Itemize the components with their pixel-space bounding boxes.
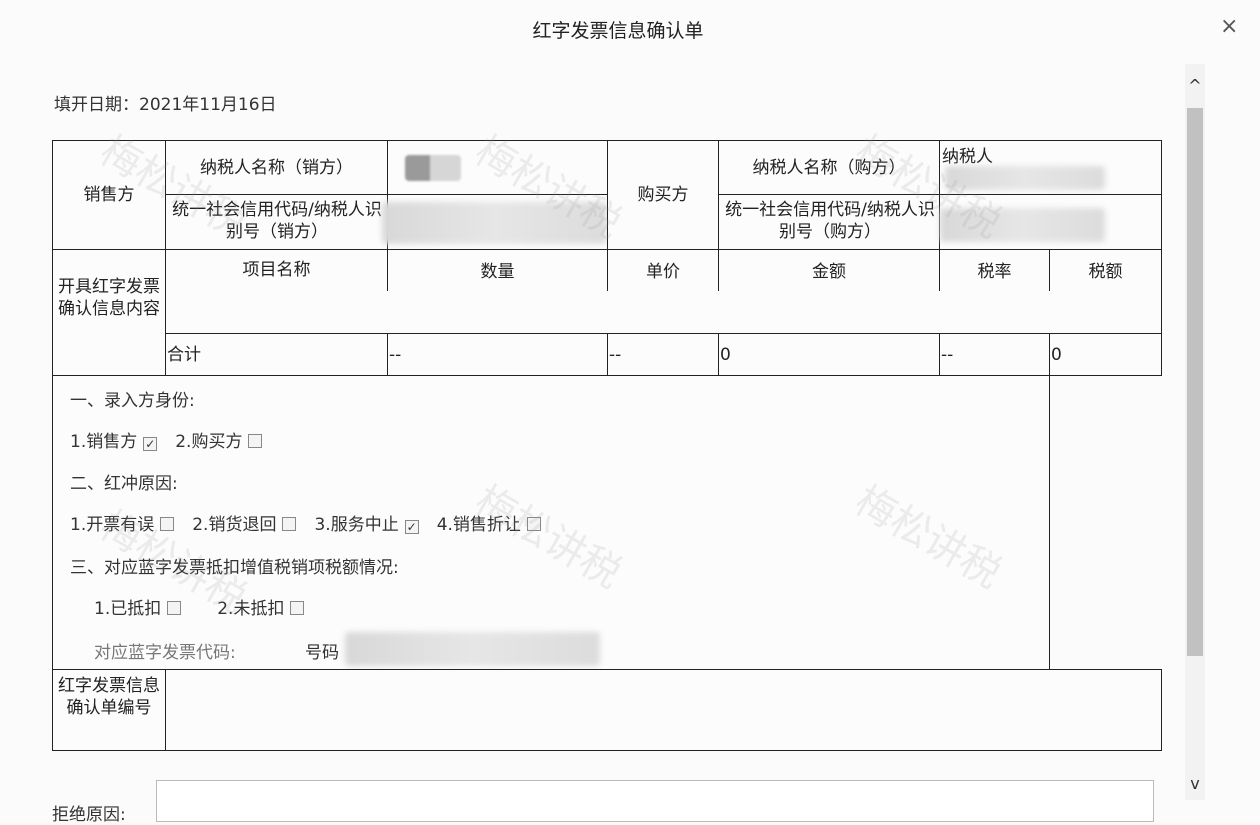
total-tax-rate: -- [941,345,954,365]
header-tax-amount: 税额 [1088,262,1123,282]
buyer-id-label: 统一社会信用代码/纳税人识别号（购方） [725,200,935,242]
reason-option-4-checkbox[interactable] [526,517,541,531]
reject-reason-textarea[interactable] [156,780,1154,822]
header-item-name: 项目名称 [242,260,311,280]
reason-option-1-label: 1.开票有误 [70,515,155,535]
total-cell-qty [387,333,608,376]
confirm-no-value-cell [165,669,1162,751]
buyer-section-label: 购买方 [637,185,689,205]
blue-invoice-number-redacted [345,632,600,666]
blue-invoice-number-label: 号码 [305,643,339,663]
seller-section-label: 销售方 [83,185,135,205]
total-unit-price: -- [609,345,622,365]
reject-reason-label: 拒绝原因: [52,805,126,825]
total-cell-rate [939,333,1050,376]
total-cell-tax [1049,333,1162,376]
items-section-label: 开具红字发票确认信息内容 [58,277,160,319]
deduct-option-1-label: 1.已抵扣 [94,599,162,619]
blue-invoice-code-label: 对应蓝字发票代码: [94,643,236,663]
seller-id-redacted [382,202,607,244]
dialog-title: 红字发票信息确认单 [532,20,704,42]
role-options: 1.销售方 ✓ 2.购买方 [70,427,280,452]
role-title: 一、录入方身份: [70,391,195,411]
header-amount: 金额 [812,262,846,282]
role-option-seller-checkbox[interactable]: ✓ [143,437,158,451]
deduct-options: 1.已抵扣 2.未抵扣 [94,594,322,619]
fill-date: 填开日期：2021年11月16日 [54,95,277,115]
total-label: 合计 [167,345,201,365]
reason-option-3-checkbox[interactable]: ✓ [404,520,419,534]
total-quantity: -- [389,345,402,365]
reason-title: 二、红冲原因: [70,474,178,494]
confirm-no-label: 红字发票信息确认单编号 [58,676,160,718]
total-cell-amount [718,333,940,376]
reason-option-1-checkbox[interactable] [160,517,175,531]
reason-option-2-label: 2.销货退回 [192,515,277,535]
total-cell-price [607,333,719,376]
role-option-buyer-label: 2.购买方 [175,432,243,452]
header-quantity: 数量 [480,262,515,282]
reason-option-2-checkbox[interactable] [282,517,297,531]
reason-options: 1.开票有误 2.销货退回 3.服务中止 ✓ 4.销售折让 [70,510,559,535]
reason-option-3-label: 3.服务中止 [314,515,399,535]
scroll-up-icon[interactable]: ^ [1185,76,1205,95]
scrollbar-thumb[interactable] [1187,108,1203,656]
buyer-name-label: 纳税人名称（购方） [752,158,906,178]
items-empty-row [165,291,1162,334]
header-unit-price: 单价 [646,262,680,282]
seller-id-label: 统一社会信用代码/纳税人识别号（销方） [172,200,382,242]
seller-name-label: 纳税人名称（销方） [200,158,353,178]
seller-name-redacted [405,155,461,181]
deduct-option-2-label: 2.未抵扣 [217,599,285,619]
buyer-name-value-prefix: 纳税人 [942,147,993,167]
deduct-option-2-checkbox[interactable] [290,601,305,615]
scroll-down-icon[interactable]: v [1185,774,1205,793]
header-tax-rate: 税率 [977,262,1012,282]
deduct-option-1-checkbox[interactable] [167,601,182,615]
reason-option-4-label: 4.销售折让 [436,515,521,535]
total-tax-amount: 0 [1051,345,1062,365]
total-amount: 0 [720,345,731,365]
role-option-buyer-checkbox[interactable] [248,434,263,448]
deduct-title: 三、对应蓝字发票抵扣增值税销项税额情况: [70,558,399,578]
buyer-name-redacted [945,166,1105,190]
confirmation-dialog: 红字发票信息确认单 × 填开日期：2021年11月16日 销售方 纳税人名称（销… [0,0,1260,825]
role-option-seller-label: 1.销售方 [70,432,138,452]
close-icon[interactable]: × [1220,14,1238,39]
buyer-id-redacted [940,208,1105,242]
